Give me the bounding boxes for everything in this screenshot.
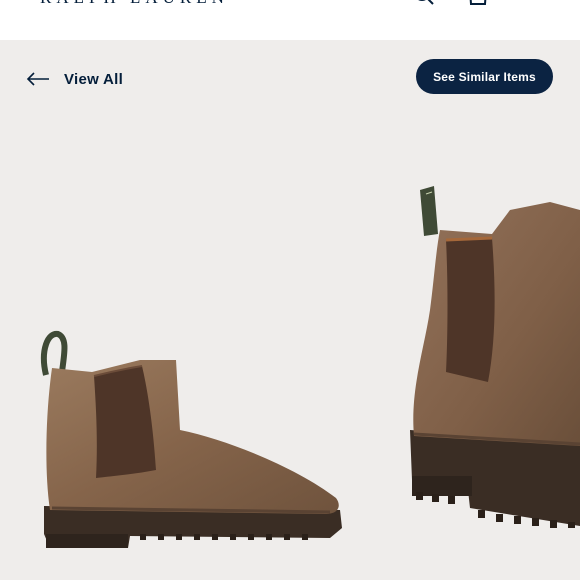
site-header: RALPH LAUREN (0, 0, 580, 40)
brand-logo[interactable]: RALPH LAUREN (40, 0, 229, 8)
product-image[interactable] (0, 110, 580, 580)
left-boot (40, 330, 342, 548)
bag-icon[interactable] (467, 0, 489, 8)
see-similar-items-button[interactable]: See Similar Items (416, 59, 553, 94)
menu-icon[interactable] (520, 0, 546, 8)
right-boot (410, 186, 580, 528)
view-all-link[interactable]: View All (26, 66, 123, 92)
view-all-label: View All (64, 70, 124, 88)
arrow-left-icon (26, 72, 49, 86)
search-icon[interactable] (412, 0, 436, 8)
